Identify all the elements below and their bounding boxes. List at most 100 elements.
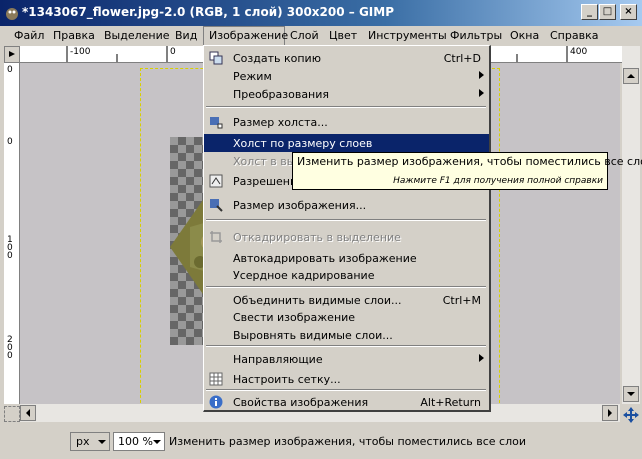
menu-item-label: Создать копию [233,52,321,65]
menu-item-accel: Ctrl+D [443,52,481,65]
ruler-corner[interactable] [4,46,20,63]
menu-item-label: Откадрировать в выделение [233,231,401,244]
menu-item-accel: Alt+Return [420,396,481,409]
info-icon [209,395,223,409]
scroll-left-button[interactable] [20,405,36,421]
menu-bar: Файл Правка Выделение Вид Изображение Сл… [0,26,642,46]
menu-item-align-visible[interactable]: Выровнять видимые слои... [204,326,489,344]
menu-item-label: Автокадрировать изображение [233,252,417,265]
menu-separator [206,389,486,391]
close-icon: × [624,6,633,17]
menu-file[interactable]: Файл [14,29,44,42]
scroll-right-button[interactable] [602,405,618,421]
menu-item-crop-to-selection[interactable]: Откадрировать в выделение [204,228,489,246]
menu-item-fit-canvas-to-layers[interactable]: Холст по размеру слоев [204,134,489,152]
window-title: *1343067_flower.jpg-2.0 (RGB, 1 слой) 30… [22,5,395,19]
menu-tools[interactable]: Инструменты [368,29,447,42]
submenu-arrow-icon [479,71,484,79]
menu-item-label: Свести изображение [233,311,356,324]
close-button[interactable]: × [620,4,637,20]
menu-item-label: Объединить видимые слои... [233,294,402,307]
menu-colors[interactable]: Цвет [329,29,357,42]
scale-icon [210,199,223,212]
menu-windows[interactable]: Окна [510,29,539,42]
resolution-icon [209,174,223,188]
maximize-button[interactable]: □ [599,4,616,20]
menu-image[interactable]: Изображение [209,29,288,42]
chevron-down-icon [153,440,161,444]
ruler-label: 400 [570,47,588,57]
menu-item-label: Холст по размеру слоев [233,137,373,150]
menu-separator [206,219,486,221]
menu-item-label: Размер изображения... [233,199,367,212]
menu-layer[interactable]: Слой [290,29,319,42]
submenu-arrow-icon [479,354,484,362]
ruler-label: 0 [7,137,13,147]
menu-separator [206,106,486,108]
submenu-arrow-icon [479,89,484,97]
scroll-left-icon [26,409,30,417]
menu-item-guides[interactable]: Направляющие [204,350,489,368]
menu-item-label: Направляющие [233,353,323,366]
tooltip-hint: Нажмите F1 для получения полной справки [393,176,603,186]
menu-help[interactable]: Справка [550,29,598,42]
menu-item-zealous-crop[interactable]: Усердное кадрирование [204,266,489,284]
scroll-up-icon [627,74,635,78]
scroll-right-icon [608,409,612,417]
menu-item-duplicate[interactable]: Создать копию Ctrl+D [204,49,489,67]
menu-item-configure-grid[interactable]: Настроить сетку... [204,370,489,388]
menu-item-scale-image[interactable]: Размер изображения... [204,196,489,214]
quick-mask-toggle[interactable] [4,406,20,422]
menu-item-label: Выровнять видимые слои... [233,329,393,342]
menu-item-autocrop[interactable]: Автокадрировать изображение [204,249,489,267]
status-message: Изменить размер изображения, чтобы помес… [169,435,527,448]
title-bar: *1343067_flower.jpg-2.0 (RGB, 1 слой) 30… [0,0,642,26]
menu-item-canvas-size[interactable]: Размер холста... [204,113,489,131]
ruler-label: -100 [70,47,91,57]
gimp-icon [6,8,18,20]
arrow-icon [9,51,15,57]
menu-item-image-properties[interactable]: Свойства изображения Alt+Return [204,393,489,411]
chevron-down-icon [98,440,106,444]
unit-value: px [76,435,90,448]
ruler-label: 0 [170,47,176,57]
image-menu: Создать копию Ctrl+D Режим Преобразовани… [203,45,491,412]
menu-item-flatten[interactable]: Свести изображение [204,308,489,326]
duplicate-icon [209,51,223,65]
menu-separator [206,286,486,288]
menu-edit[interactable]: Правка [53,29,95,42]
menu-item-merge-visible[interactable]: Объединить видимые слои... Ctrl+M [204,291,489,309]
status-bar: px 100 % Изменить размер изображения, чт… [0,424,642,459]
ruler-label: 0 [7,65,13,75]
menu-separator [206,345,486,347]
menu-view[interactable]: Вид [175,29,197,42]
scroll-up-button[interactable] [623,68,639,84]
vertical-scrollbar[interactable] [622,46,640,404]
scroll-down-button[interactable] [623,386,639,402]
tooltip-text: Изменить размер изображения, чтобы помес… [297,155,642,168]
tooltip: Изменить размер изображения, чтобы помес… [292,152,642,190]
menu-item-label: Усердное кадрирование [233,269,375,282]
menu-item-transform[interactable]: Преобразования [204,85,489,103]
maximize-icon: □ [602,6,613,17]
minimize-button[interactable]: _ [581,4,598,20]
menu-item-label: Настроить сетку... [233,373,341,386]
ruler-label: 2 0 0 [7,335,13,361]
minimize-icon: _ [587,6,592,17]
menu-item-mode[interactable]: Режим [204,67,489,85]
menu-item-label: Размер холста... [233,116,328,129]
navigate-button[interactable] [622,406,640,424]
unit-select[interactable]: px [70,432,110,451]
zoom-combo[interactable]: 100 % [113,432,165,451]
menu-filters[interactable]: Фильтры [450,29,502,42]
menu-item-accel: Ctrl+M [442,294,481,307]
menu-select[interactable]: Выделение [104,29,170,42]
ruler-label: 1 0 0 [7,235,13,261]
zoom-value: 100 % [118,435,153,448]
crop-icon [210,231,222,243]
grid-icon [209,372,223,386]
vertical-ruler[interactable]: 0 0 1 0 0 2 0 0 [4,63,20,404]
menu-item-label: Свойства изображения [233,396,369,409]
menu-item-label: Преобразования [233,88,330,101]
scroll-down-icon [627,392,635,396]
